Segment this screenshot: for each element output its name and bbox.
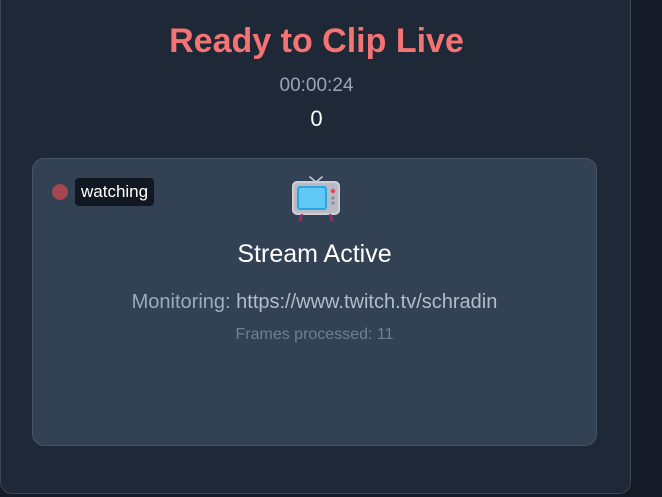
status-indicator-dot	[52, 184, 68, 200]
television-icon	[292, 176, 340, 221]
status-badge: watching	[75, 178, 155, 206]
stream-status-card: watching Stream Active Monitoring: https…	[32, 158, 597, 446]
frames-processed-text: Frames processed: 11	[235, 326, 394, 343]
page-title: Ready to Clip Live	[169, 22, 464, 60]
monitoring-line: Monitoring: https://www.twitch.tv/schrad…	[33, 290, 596, 314]
elapsed-timer: 00:00:24	[279, 75, 354, 96]
clip-count: 0	[310, 106, 323, 131]
monitoring-label: Monitoring:	[131, 291, 231, 313]
monitoring-url: https://www.twitch.tv/schradin	[236, 291, 498, 313]
stream-status-title: Stream Active	[237, 240, 392, 268]
main-panel: Ready to Clip Live 00:00:24 0 watching S…	[0, 0, 631, 494]
